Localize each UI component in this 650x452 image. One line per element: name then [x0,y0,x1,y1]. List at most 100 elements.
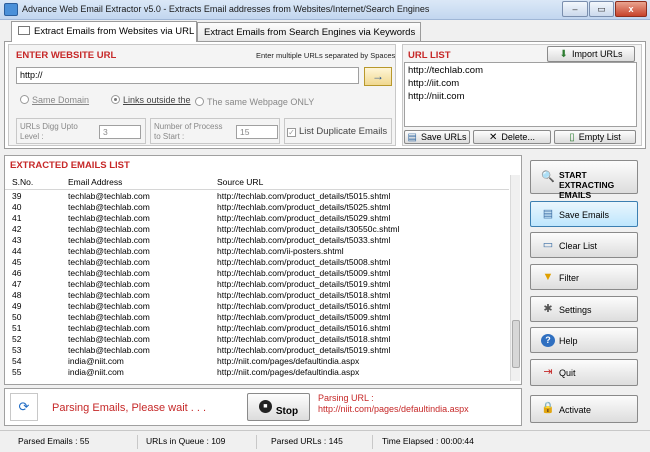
table-row[interactable]: 42 techlab@techlab.com http://techlab.com/… [5,224,509,235]
time-elapsed: Time Elapsed : 00:00:44 [382,436,474,446]
cell-email: techlab@techlab.com [68,213,150,223]
cell-source-url: http://techlab.com/product_details/t5009… [217,268,391,278]
start-extracting-button[interactable]: 🔍 START EXTRACTING EMAILS [530,160,638,200]
cell-source-url: http://niit.com/pages/defaultindia.aspx [217,367,360,377]
table-row[interactable]: 39 techlab@techlab.com http://techlab.com/… [5,191,509,202]
radio-selected-icon [111,95,120,104]
cell-email: techlab@techlab.com [68,224,150,234]
list-duplicate-checkbox[interactable]: ✓ List Duplicate Emails [287,126,387,137]
table-row[interactable]: 46 techlab@techlab.com http://techlab.com/… [5,268,509,279]
emails-grid[interactable]: 39 techlab@techlab.com http://techlab.com/… [5,191,509,381]
cell-email: techlab@techlab.com [68,268,150,278]
cell-source-url: http://techlab.com/product_details/t5019… [217,279,391,289]
url-list-item[interactable]: http://iit.com [405,76,636,89]
delete-url-button[interactable]: ✕ Delete... [473,130,551,144]
table-row[interactable]: 51 techlab@techlab.com http://techlab.com/… [5,323,509,334]
links-outside-radio[interactable]: Links outside the [111,95,191,105]
clear-list-button[interactable]: ▭ Clear List [530,232,638,258]
add-url-arrow-button[interactable]: → [364,67,392,86]
help-button[interactable]: ? Help [530,327,638,353]
cell-sno: 52 [12,334,22,344]
table-row[interactable]: 55 india@niit.com http://niit.com/pages/de… [5,367,509,378]
cell-source-url: http://techlab.com/product_details/t5025… [217,202,391,212]
lock-icon: 🔒 [541,402,555,414]
table-row[interactable]: 44 techlab@techlab.com http://techlab.com/… [5,246,509,257]
import-urls-button[interactable]: ⬇ Import URLs [547,46,635,62]
cell-email: techlab@techlab.com [68,279,150,289]
stop-button[interactable]: ■ Stop [247,393,310,421]
table-row[interactable]: 41 techlab@techlab.com http://techlab.com/… [5,213,509,224]
dig-level-spinner[interactable]: 3 [99,125,141,139]
cell-source-url: http://techlab.com/product_details/t5009… [217,312,391,322]
cell-sno: 55 [12,367,22,377]
close-button[interactable]: x [615,1,647,17]
website-url-input[interactable]: http:// [16,67,359,84]
maximize-button[interactable]: ▭ [589,1,614,17]
col-source-url[interactable]: Source URL [217,177,263,187]
same-domain-radio[interactable]: Same Domain [20,95,89,105]
envelope-icon [18,26,30,35]
scroll-thumb[interactable] [512,320,520,368]
cell-email: techlab@techlab.com [68,235,150,245]
cell-sno: 42 [12,224,22,234]
urls-in-queue-count: URLs in Queue : 109 [146,436,226,446]
url-listbox[interactable]: http://techlab.com http://iit.com http:/… [404,62,637,127]
table-row[interactable]: 50 techlab@techlab.com http://techlab.com/… [5,312,509,323]
settings-label: Settings [559,305,592,315]
gear-icon: ✱ [543,303,553,315]
cell-sno: 40 [12,202,22,212]
table-row[interactable]: 45 techlab@techlab.com http://techlab.com/… [5,257,509,268]
cell-email: techlab@techlab.com [68,334,150,344]
grid-scrollbar[interactable] [510,175,520,381]
process-count-spinner[interactable]: 15 [236,125,278,139]
quit-label: Quit [559,368,576,378]
list-duplicate-label: List Duplicate Emails [299,126,388,137]
save-emails-button[interactable]: ▤ Save Emails [530,201,638,227]
cell-sno: 54 [12,356,22,366]
table-row[interactable]: 53 techlab@techlab.com http://techlab.com/… [5,345,509,356]
empty-list-icon: ▯ [569,132,575,143]
table-row[interactable]: 49 techlab@techlab.com http://techlab.com/… [5,301,509,312]
tab-websites-via-url[interactable]: Extract Emails from Websites via URL [11,21,197,42]
minimize-button[interactable]: – [562,1,588,17]
cell-source-url: http://techlab.com/product_details/t5018… [217,334,391,344]
cell-source-url: http://techlab.com/product_details/t5018… [217,290,391,300]
cell-sno: 50 [12,312,22,322]
cell-sno: 46 [12,268,22,278]
tab-label: Extract Emails from Search Engines via K… [204,27,416,38]
table-row[interactable]: 43 techlab@techlab.com http://techlab.com/… [5,235,509,246]
save-icon: ▤ [407,132,417,143]
col-email[interactable]: Email Address [68,177,122,187]
table-row[interactable]: 48 techlab@techlab.com http://techlab.com/… [5,290,509,301]
cell-source-url: http://techlab.com/ii-posters.shtml [217,246,344,256]
activate-button[interactable]: 🔒 Activate [530,395,638,423]
tab-search-engines-via-keywords[interactable]: Extract Emails from Search Engines via K… [197,22,421,41]
same-domain-label: Same Domain [32,95,90,105]
dig-level-value: 3 [103,127,108,137]
table-row[interactable]: 52 techlab@techlab.com http://techlab.com/… [5,334,509,345]
table-row[interactable]: 40 techlab@techlab.com http://techlab.com/… [5,202,509,213]
settings-button[interactable]: ✱ Settings [530,296,638,322]
cell-sno: 43 [12,235,22,245]
status-divider [256,435,257,449]
quit-button[interactable]: ⇥ Quit [530,359,638,386]
status-bar: Parsed Emails : 55 URLs in Queue : 109 P… [0,430,650,452]
cell-email: techlab@techlab.com [68,301,150,311]
same-webpage-label: The same Webpage ONLY [207,97,315,107]
cell-email: techlab@techlab.com [68,202,150,212]
table-row[interactable]: 54 india@niit.com http://niit.com/pages/de… [5,356,509,367]
search-icon: 🔍 [541,171,555,183]
save-urls-button[interactable]: ▤ Save URLs [404,130,470,144]
filter-button[interactable]: ▼ Filter [530,264,638,290]
url-list-item[interactable]: http://niit.com [405,89,636,102]
cell-email: techlab@techlab.com [68,345,150,355]
col-sno[interactable]: S.No. [12,177,33,187]
cell-source-url: http://techlab.com/product_details/t5016… [217,323,391,333]
table-row[interactable]: 47 techlab@techlab.com http://techlab.com/… [5,279,509,290]
process-count-label: Number of Process to Start : [154,122,223,141]
same-webpage-radio[interactable]: The same Webpage ONLY [195,97,314,107]
cell-email: techlab@techlab.com [68,191,150,201]
cell-sno: 48 [12,290,22,300]
url-list-item[interactable]: http://techlab.com [405,63,636,76]
empty-list-button[interactable]: ▯ Empty List [554,130,636,144]
